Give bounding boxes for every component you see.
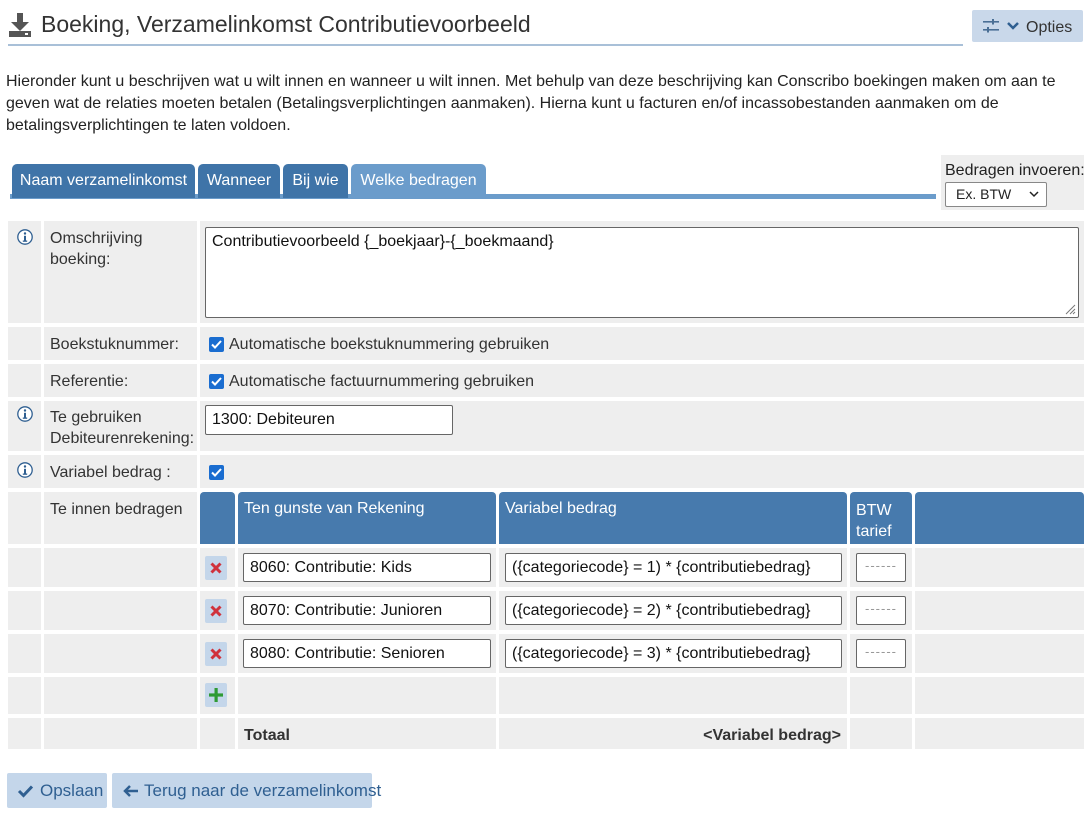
checkmark-icon [17, 785, 34, 798]
amount-entry-label: Bedragen invoeren: [945, 162, 1085, 179]
delete-row-button[interactable] [205, 556, 227, 580]
debtor-account-label: Te gebruiken Debiteurenrekening: [50, 409, 195, 447]
info-cell [8, 591, 41, 630]
info-cell [8, 677, 41, 714]
table-header-account: Ten gunste van Rekening [238, 492, 496, 544]
vat-input[interactable]: ------ [856, 639, 906, 668]
info-cell [8, 327, 41, 360]
add-row-button[interactable] [205, 683, 227, 707]
table-cell [238, 677, 496, 714]
column-header: Ten gunste van Rekening [244, 500, 425, 517]
tab-wanneer[interactable]: Wanneer [198, 164, 280, 198]
label-cell [44, 548, 197, 587]
info-icon[interactable] [17, 406, 33, 422]
info-cell [8, 492, 41, 544]
reference-checkbox[interactable] [209, 374, 224, 389]
column-header: Variabel bedrag [505, 500, 617, 517]
chevron-down-icon [1007, 22, 1019, 30]
download-icon [9, 13, 31, 37]
tab-naam-verzamelinkomst[interactable]: Naam verzamelinkomst [12, 164, 195, 198]
table-cell [850, 718, 912, 749]
variable-amount-checkbox[interactable] [209, 465, 224, 480]
document-number-label: Boekstuknummer: [50, 336, 179, 353]
delete-icon [210, 562, 222, 574]
table-header-extra [915, 492, 1084, 544]
vat-input[interactable]: ------ [856, 596, 906, 625]
account-input[interactable]: 8070: Contributie: Junioren [243, 596, 491, 625]
delete-icon [210, 648, 222, 660]
checkmark-icon [211, 468, 222, 477]
options-label: Opties [1026, 19, 1073, 36]
value-cell [200, 455, 1084, 488]
info-cell [8, 718, 41, 749]
description-textarea[interactable]: Contributievoorbeeld {_boekjaar}-{_boekm… [205, 227, 1079, 318]
amounts-label: Te innen bedragen [50, 501, 183, 518]
resize-handle-icon[interactable] [1064, 303, 1076, 315]
arrow-left-icon [123, 785, 138, 797]
table-header-vat: BTW tarief [850, 492, 912, 544]
account-input[interactable]: 8080: Contributie: Senioren [243, 639, 491, 668]
description-value: Contributievoorbeeld {_boekjaar}-{_boekm… [212, 233, 554, 250]
info-icon[interactable] [17, 462, 33, 478]
document-number-checkbox[interactable] [209, 337, 224, 352]
info-icon[interactable] [17, 229, 33, 245]
description-label: Omschrijving boeking: [50, 230, 143, 268]
delete-row-button[interactable] [205, 599, 227, 623]
delete-row-button[interactable] [205, 642, 227, 666]
amount-entry-selected: Ex. BTW [956, 186, 1012, 202]
table-cell [850, 677, 912, 714]
table-header-action [200, 492, 235, 544]
formula-input[interactable]: ({categoriecode} = 3) * {contributiebedr… [505, 639, 842, 668]
amount-entry-select[interactable]: Ex. BTW [945, 182, 1047, 207]
label-cell [44, 677, 197, 714]
table-cell [915, 548, 1084, 587]
variable-amount-label: Variabel bedrag : [50, 464, 171, 481]
intro-text: Hieronder kunt u beschrijven wat u wilt … [6, 73, 1056, 134]
debtor-account-input[interactable]: 1300: Debiteuren [205, 405, 453, 435]
table-header-formula: Variabel bedrag [499, 492, 847, 544]
formula-input[interactable]: ({categoriecode} = 2) * {contributiebedr… [505, 596, 842, 625]
vat-input[interactable]: ------ [856, 553, 906, 582]
info-cell [8, 364, 41, 397]
table-cell [200, 718, 235, 749]
table-cell [915, 677, 1084, 714]
back-button[interactable]: Terug naar de verzamelinkomst [112, 773, 381, 808]
info-cell [8, 634, 41, 673]
table-cell [915, 718, 1084, 749]
total-label: Totaal [244, 727, 290, 744]
options-button[interactable]: Opties [972, 10, 1083, 42]
checkmark-icon [211, 340, 222, 349]
title-bar: Boeking, Verzamelinkomst Contributievoor… [8, 8, 963, 46]
checkmark-icon [211, 377, 222, 386]
save-label: Opslaan [40, 781, 104, 800]
label-cell [44, 718, 197, 749]
account-input[interactable]: 8060: Contributie: Kids [243, 553, 491, 582]
tab-welke-bedragen[interactable]: Welke bedragen [351, 164, 486, 198]
tab-bij-wie[interactable]: Bij wie [283, 164, 348, 198]
table-cell [915, 591, 1084, 630]
reference-label: Referentie: [50, 373, 129, 390]
formula-input[interactable]: ({categoriecode} = 1) * {contributiebedr… [505, 553, 842, 582]
sliders-icon [983, 19, 999, 33]
label-cell [44, 634, 197, 673]
table-cell [499, 677, 847, 714]
delete-icon [210, 605, 222, 617]
chevron-down-icon [1029, 191, 1039, 198]
save-button[interactable]: Opslaan [7, 773, 107, 808]
add-icon [209, 688, 223, 702]
reference-checkbox-label[interactable]: Automatische factuurnummering gebruiken [229, 371, 534, 392]
table-cell [915, 634, 1084, 673]
label-cell [44, 591, 197, 630]
back-label: Terug naar de verzamelinkomst [144, 781, 382, 800]
info-cell [8, 548, 41, 587]
document-number-checkbox-label[interactable]: Automatische boekstuknummering gebruiken [229, 334, 549, 355]
column-header: BTW tarief [856, 502, 892, 540]
total-value: <Variabel bedrag> [703, 727, 841, 744]
page-title: Boeking, Verzamelinkomst Contributievoor… [41, 11, 531, 37]
